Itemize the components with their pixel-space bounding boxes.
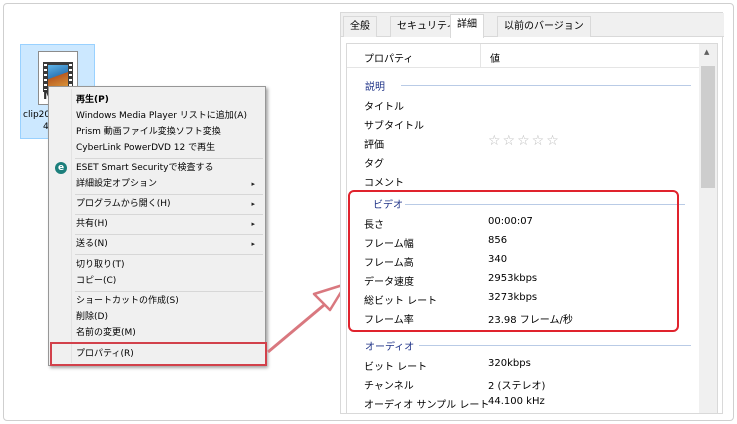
property-value: 320kbps bbox=[488, 358, 531, 369]
tab-bar: 全般 セキュリティ 詳細 以前のバージョン bbox=[341, 13, 724, 38]
property-key: チャンネル bbox=[364, 381, 414, 392]
group-divider bbox=[419, 345, 691, 346]
property-row[interactable]: コメント bbox=[347, 171, 699, 190]
property-key: オーディオ サンプル レート bbox=[364, 400, 490, 411]
property-value: 2 (ステレオ) bbox=[488, 381, 546, 392]
group-description: 説明 bbox=[365, 82, 385, 93]
tab-details[interactable]: 詳細 bbox=[450, 14, 484, 38]
property-key: コメント bbox=[364, 178, 404, 189]
property-key: サブタイトル bbox=[364, 121, 424, 132]
property-row[interactable]: 評価 ☆☆☆☆☆ bbox=[347, 133, 699, 152]
scroll-thumb[interactable] bbox=[701, 66, 715, 188]
property-row[interactable]: オーディオ サンプル レート 44.100 kHz bbox=[347, 393, 699, 412]
tab-general[interactable]: 全般 bbox=[343, 16, 377, 37]
column-property[interactable]: プロパティ bbox=[364, 50, 413, 65]
property-key: ビット レート bbox=[364, 362, 428, 373]
property-row[interactable]: サブタイトル bbox=[347, 114, 699, 133]
group-audio: オーディオ bbox=[365, 342, 415, 353]
video-section-highlight-box bbox=[348, 190, 679, 332]
property-row[interactable]: タイトル bbox=[347, 95, 699, 114]
scroll-up-icon[interactable]: ▲ bbox=[704, 48, 709, 56]
column-divider[interactable] bbox=[480, 44, 481, 68]
group-divider bbox=[401, 85, 691, 86]
property-key: 評価 bbox=[364, 140, 384, 151]
column-value[interactable]: 値 bbox=[490, 50, 500, 65]
tab-previous-versions[interactable]: 以前のバージョン bbox=[497, 16, 591, 37]
property-value: 44.100 kHz bbox=[488, 396, 545, 407]
property-key: タグ bbox=[364, 159, 384, 170]
column-header: プロパティ 値 bbox=[347, 44, 699, 68]
property-row[interactable]: タグ bbox=[347, 152, 699, 171]
rating-stars[interactable]: ☆☆☆☆☆ bbox=[488, 133, 561, 149]
vertical-scrollbar[interactable]: ▲ bbox=[699, 44, 717, 413]
property-row[interactable]: ビット レート 320kbps bbox=[347, 355, 699, 374]
property-key: タイトル bbox=[364, 102, 404, 113]
property-row[interactable]: チャンネル 2 (ステレオ) bbox=[347, 374, 699, 393]
